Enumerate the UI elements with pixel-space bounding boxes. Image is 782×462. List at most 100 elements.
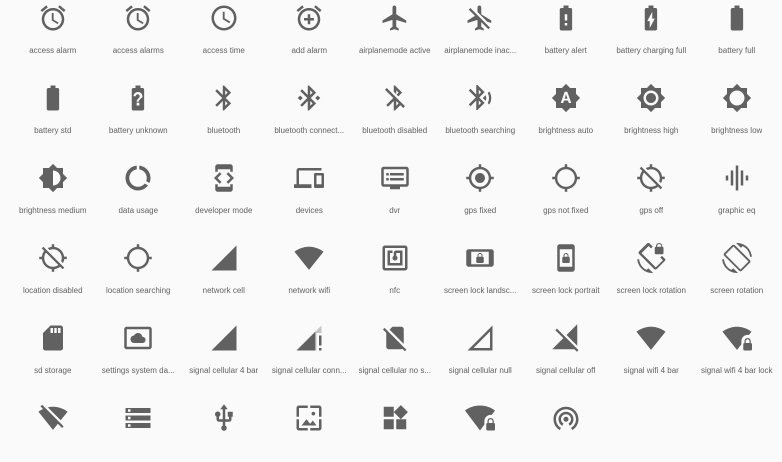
icon-label: settings system da...	[101, 366, 175, 375]
icon-label: gps not fixed	[543, 206, 589, 215]
battery-charging-icon	[633, 0, 669, 36]
icon-label: screen lock rotation	[616, 286, 686, 295]
icon-tile[interactable]: network cell	[181, 222, 267, 302]
brightness-high-icon	[633, 80, 669, 116]
icon-label: access alarms	[112, 46, 164, 55]
icon-tile[interactable]: access alarms	[96, 0, 182, 62]
icon-tile[interactable]	[10, 382, 96, 462]
icon-label: access time	[202, 46, 245, 55]
icon-tile[interactable]: settings system da...	[96, 302, 182, 382]
signal-cellular-off-icon	[548, 320, 584, 356]
icon-label: signal cellular off	[536, 366, 596, 375]
graphic-eq-icon	[719, 160, 755, 196]
icon-tile[interactable]: add alarm	[267, 0, 353, 62]
usb-icon	[206, 400, 242, 436]
icon-label: access alarm	[29, 46, 77, 55]
icon-label: gps off	[639, 206, 664, 215]
icon-tile[interactable]: signal cellular null	[438, 302, 524, 382]
icon-label: brightness medium	[18, 206, 87, 215]
icon-tile[interactable]: gps fixed	[438, 142, 524, 222]
icon-label: signal cellular conn...	[271, 366, 347, 375]
icon-label: devices	[295, 206, 323, 215]
icon-label: screen lock portrait	[531, 286, 600, 295]
icon-tile[interactable]: dvr	[352, 142, 438, 222]
icon-tile[interactable]: battery alert	[523, 0, 609, 62]
icon-label: signal wifi 4 bar lock	[700, 366, 773, 375]
dvr-icon	[377, 160, 413, 196]
icon-tile[interactable]: airplanemode inac...	[438, 0, 524, 62]
icon-label: airplanemode inac...	[444, 46, 517, 55]
icon-tile[interactable]: bluetooth disabled	[352, 62, 438, 142]
signal-cellular-no-sim-icon	[377, 320, 413, 356]
icon-tile[interactable]: brightness medium	[10, 142, 96, 222]
icon-label: battery std	[34, 126, 72, 135]
icon-tile[interactable]: location disabled	[10, 222, 96, 302]
icon-tile[interactable]: bluetooth	[181, 62, 267, 142]
icon-tile[interactable]	[96, 382, 182, 462]
icon-tile[interactable]: access time	[181, 0, 267, 62]
icon-tile[interactable]: screen rotation	[694, 222, 780, 302]
icon-label: location disabled	[22, 286, 83, 295]
icon-tile[interactable]: brightness low	[694, 62, 780, 142]
icon-tile[interactable]: brightness high	[609, 62, 695, 142]
icon-label: data usage	[118, 206, 159, 215]
sd-storage-icon	[35, 320, 71, 356]
icon-tile[interactable]: signal cellular no s...	[352, 302, 438, 382]
icon-tile[interactable]: brightness auto	[523, 62, 609, 142]
devices-icon	[291, 160, 327, 196]
icon-tile[interactable]: screen lock rotation	[609, 222, 695, 302]
icon-tile[interactable]: battery charging full	[609, 0, 695, 62]
icon-tile[interactable]: signal cellular 4 bar	[181, 302, 267, 382]
icon-tile[interactable]: signal wifi 4 bar	[609, 302, 695, 382]
bluetooth-disabled-icon	[377, 80, 413, 116]
icon-tile[interactable]: battery std	[10, 62, 96, 142]
icon-tile[interactable]: signal cellular conn...	[267, 302, 353, 382]
icon-tile[interactable]: data usage	[96, 142, 182, 222]
icon-tile[interactable]: developer mode	[181, 142, 267, 222]
icon-tile[interactable]: battery full	[694, 0, 780, 62]
icon-tile[interactable]: gps not fixed	[523, 142, 609, 222]
nfc-icon	[377, 240, 413, 276]
storage-icon	[120, 400, 156, 436]
icon-tile[interactable]: screen lock landsc...	[438, 222, 524, 302]
developer-mode-icon	[206, 160, 242, 196]
icon-tile[interactable]: location searching	[96, 222, 182, 302]
icon-tile[interactable]: bluetooth searching	[438, 62, 524, 142]
data-usage-icon	[120, 160, 156, 196]
icon-tile[interactable]: gps off	[609, 142, 695, 222]
icon-tile[interactable]: graphic eq	[694, 142, 780, 222]
signal-wifi-4-bar-icon	[633, 320, 669, 356]
icon-tile[interactable]: signal wifi 4 bar lock	[694, 302, 780, 382]
icon-tile[interactable]: screen lock portrait	[523, 222, 609, 302]
icon-tile[interactable]	[438, 382, 524, 462]
location-searching-icon	[120, 240, 156, 276]
icon-tile[interactable]	[523, 382, 609, 462]
icon-label: network cell	[202, 286, 245, 295]
icon-grid: access alarm access alarms access time add …	[10, 0, 780, 462]
icon-tile[interactable]: access alarm	[10, 0, 96, 62]
icon-label: battery alert	[544, 46, 587, 55]
battery-unknown-icon	[120, 80, 156, 116]
gps-not-fixed-icon	[548, 160, 584, 196]
icon-label: dvr	[389, 206, 401, 215]
wifi-tethering-icon	[548, 400, 584, 436]
icon-label: screen lock landsc...	[444, 286, 517, 295]
icon-label: battery charging full	[616, 46, 687, 55]
icon-tile[interactable]	[181, 382, 267, 462]
widgets-icon	[377, 400, 413, 436]
icon-tile[interactable]: airplanemode active	[352, 0, 438, 62]
wifi-lock-icon	[462, 400, 498, 436]
screen-lock-rotation-icon	[633, 240, 669, 276]
icon-tile[interactable]: battery unknown	[96, 62, 182, 142]
icon-tile[interactable]: sd storage	[10, 302, 96, 382]
icon-tile[interactable]	[267, 382, 353, 462]
icon-tile[interactable]: devices	[267, 142, 353, 222]
icon-label: nfc	[389, 286, 401, 295]
network-wifi-icon	[291, 240, 327, 276]
icon-tile[interactable]	[352, 382, 438, 462]
icon-tile[interactable]: signal cellular off	[523, 302, 609, 382]
icon-label: signal cellular null	[448, 366, 512, 375]
icon-tile[interactable]: bluetooth connect...	[267, 62, 353, 142]
icon-tile[interactable]: network wifi	[267, 222, 353, 302]
icon-tile[interactable]: nfc	[352, 222, 438, 302]
